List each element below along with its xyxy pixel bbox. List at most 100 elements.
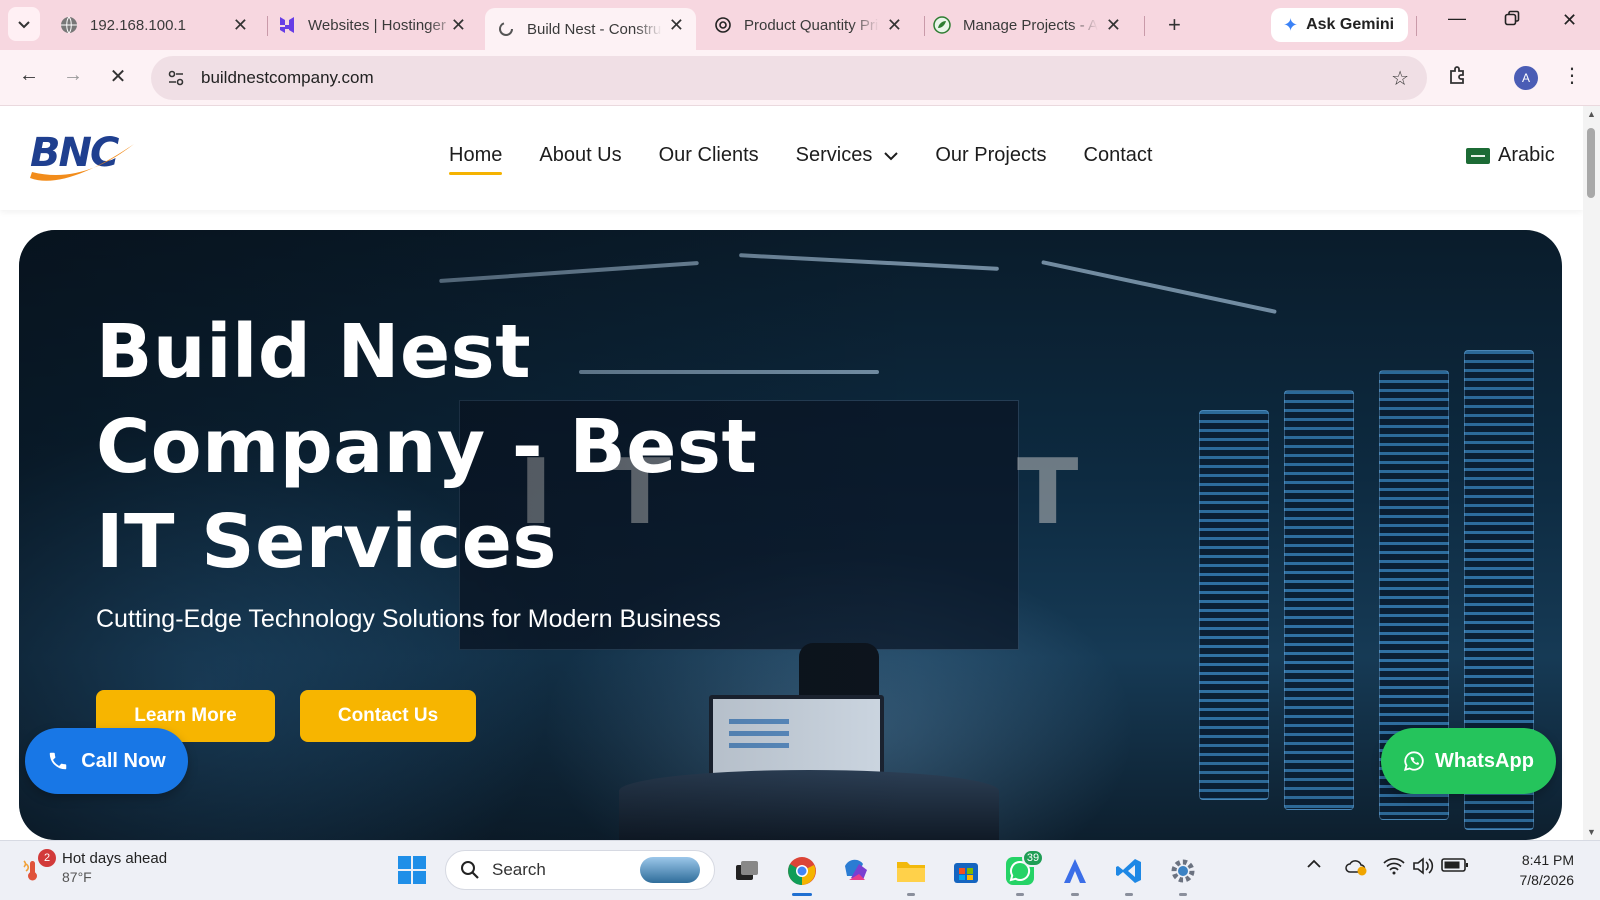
scroll-up-icon[interactable]: ▲ [1587, 109, 1596, 119]
weather-title: Hot days ahead [62, 850, 168, 867]
close-window-icon[interactable]: ✕ [1562, 10, 1577, 31]
task-view-icon[interactable] [731, 855, 763, 887]
svg-text:BNC: BNC [30, 130, 119, 176]
show-hidden-icons-chevron-icon[interactable] [1306, 857, 1322, 875]
m365-icon[interactable] [840, 855, 872, 887]
system-clock[interactable]: 8:41 PM 7/8/2026 [1492, 850, 1575, 890]
vscode-icon[interactable] [1113, 855, 1145, 896]
hero-title: Build Nest Company - Best IT Services [96, 309, 758, 585]
close-icon[interactable]: ✕ [1106, 15, 1121, 36]
windows-start-button[interactable] [397, 855, 427, 890]
forward-arrow-icon[interactable]: → [59, 64, 87, 87]
close-icon[interactable]: ✕ [887, 15, 902, 36]
clock-date: 7/8/2026 [1519, 872, 1575, 888]
site-header: BNC Home About Us Our Clients Services O… [0, 106, 1583, 210]
nav-services-label: Services [795, 144, 873, 166]
taskbar-search[interactable]: Search [445, 850, 715, 890]
nav-home[interactable]: Home [449, 144, 503, 175]
nav-services[interactable]: Services [796, 144, 899, 167]
loading-spinner-icon [497, 20, 515, 38]
tab-title: Build Nest - Construction [527, 20, 662, 38]
battery-icon[interactable] [1441, 857, 1469, 878]
whatsapp-label: WhatsApp [1435, 749, 1534, 772]
windows-taskbar: 2 Hot days ahead 87°F Search 39 8:41 PM … [0, 840, 1600, 900]
browser-tab[interactable]: 192.168.100.1 ✕ [48, 8, 260, 42]
page-scrollbar[interactable]: ▲ ▼ [1583, 106, 1600, 840]
restore-icon[interactable] [1504, 10, 1520, 31]
page-viewport: BNC Home About Us Our Clients Services O… [0, 106, 1583, 840]
nav-about-us[interactable]: About Us [539, 144, 621, 167]
phone-icon [47, 750, 69, 772]
nav-our-clients[interactable]: Our Clients [659, 144, 759, 167]
language-switcher[interactable]: Arabic [1466, 144, 1555, 167]
hero-subtitle: Cutting-Edge Technology Solutions for Mo… [96, 605, 721, 633]
chevron-down-icon [18, 21, 30, 29]
windows-logo-icon [398, 856, 426, 884]
browser-tab[interactable]: Manage Projects - Admin ✕ [921, 8, 1133, 42]
bookmark-star-icon[interactable]: ☆ [1391, 66, 1409, 91]
clock-time: 8:41 PM [1521, 852, 1574, 868]
bnc-logo[interactable]: BNC [26, 128, 138, 191]
tab-divider [1416, 16, 1417, 36]
file-explorer-icon[interactable] [895, 855, 927, 896]
whatsapp-taskbar-icon[interactable]: 39 [1004, 849, 1044, 896]
settings-gear-icon[interactable] [1167, 855, 1199, 896]
close-icon[interactable]: ✕ [451, 15, 466, 36]
ask-gemini-label: Ask Gemini [1306, 16, 1395, 33]
bg-letter: T [1017, 440, 1079, 545]
new-tab-button[interactable]: + [1168, 12, 1181, 38]
language-label: Arabic [1498, 144, 1555, 166]
tab-title: Manage Projects - Admin [963, 16, 1098, 34]
volume-icon[interactable] [1412, 857, 1434, 880]
main-nav: Home About Us Our Clients Services Our P… [449, 144, 1189, 175]
search-placeholder: Search [492, 860, 546, 879]
whatsapp-button[interactable]: WhatsApp [1381, 728, 1556, 794]
call-now-label: Call Now [81, 749, 166, 772]
nav-contact[interactable]: Contact [1084, 144, 1153, 167]
server-rack [1284, 390, 1354, 810]
running-app-indicator [1125, 893, 1133, 896]
tab-search-button[interactable] [8, 7, 40, 41]
call-now-button[interactable]: Call Now [25, 728, 188, 794]
saudi-flag-icon [1466, 147, 1490, 164]
browser-tab[interactable]: Product Quantity Pricing ✕ [702, 8, 914, 42]
scroll-down-icon[interactable]: ▼ [1587, 827, 1596, 837]
browser-tab-active[interactable]: Build Nest - Construction ✕ [485, 8, 696, 50]
weather-temp: 87°F [62, 869, 92, 885]
nav-our-projects[interactable]: Our Projects [935, 144, 1046, 167]
active-app-indicator [792, 893, 812, 896]
close-icon[interactable]: ✕ [233, 15, 248, 36]
url-text[interactable]: buildnestcompany.com [201, 68, 374, 88]
hostinger-icon [278, 16, 296, 34]
site-info-icon[interactable] [165, 69, 187, 87]
back-arrow-icon[interactable]: ← [15, 64, 43, 87]
gemini-sparkle-icon: ✦ [1283, 14, 1299, 35]
running-app-indicator [907, 893, 915, 896]
stop-loading-icon[interactable]: ✕ [104, 64, 132, 89]
close-icon[interactable]: ✕ [669, 15, 684, 36]
microsoft-store-icon[interactable] [950, 855, 982, 887]
scrollbar-thumb[interactable] [1587, 128, 1595, 198]
chrome-icon[interactable] [786, 855, 818, 896]
openai-icon [714, 16, 732, 34]
minimize-icon[interactable]: — [1448, 8, 1466, 29]
more-menu-icon[interactable]: ⋮ [1562, 63, 1582, 88]
browser-toolbar: ← → ✕ buildnestcompany.com ☆ A ⋮ [0, 50, 1600, 106]
globe-icon [60, 16, 78, 34]
ask-gemini-button[interactable]: ✦ Ask Gemini [1271, 8, 1409, 42]
address-bar[interactable]: buildnestcompany.com ☆ [151, 56, 1427, 100]
thermometer-icon: 2 [22, 849, 56, 885]
weather-widget[interactable]: 2 Hot days ahead 87°F [22, 849, 167, 887]
whatsapp-unread-badge: 39 [1022, 849, 1044, 867]
browser-tab[interactable]: Websites | Hostinger ✕ [266, 8, 478, 42]
ceiling-light [1041, 260, 1277, 314]
arc-app-icon[interactable] [1059, 855, 1091, 896]
wifi-icon[interactable] [1383, 857, 1405, 880]
hero-banner: I T T Build Nest Company - Best IT Servi… [19, 230, 1562, 840]
profile-avatar[interactable]: A [1514, 66, 1538, 90]
running-app-indicator [1071, 893, 1079, 896]
onedrive-warning-icon[interactable] [1345, 857, 1369, 882]
extensions-icon[interactable] [1447, 64, 1469, 91]
contact-us-button[interactable]: Contact Us [300, 690, 476, 742]
admin-leaf-icon [933, 16, 951, 34]
